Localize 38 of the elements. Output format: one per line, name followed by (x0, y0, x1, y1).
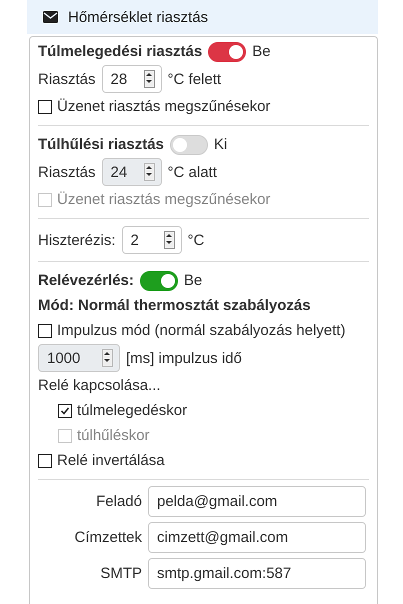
checkbox-label: túlmelegedéskor (77, 402, 188, 419)
checkbox-label: Üzenet riasztás megszűnésekor (57, 98, 270, 115)
checkbox-label: Üzenet riasztás megszűnésekor (57, 191, 270, 208)
text-field[interactable]: cimzett@gmail.com (148, 522, 366, 553)
checkbox-label: Relé invertálása (57, 452, 165, 469)
envelope-icon (43, 11, 58, 23)
toggle-state: Be (252, 43, 271, 60)
toggle-state: Be (184, 272, 202, 289)
relay-title: Relévezérlés: (38, 272, 134, 289)
field-label: SMTP (99, 565, 142, 582)
toggle-switch[interactable] (208, 42, 246, 62)
text-field[interactable]: pelda@gmail.com (148, 486, 366, 517)
alarm-label: Riasztás (38, 164, 96, 180)
checkbox-label: Impulzus mód (normál szabályozás helyett) (57, 322, 346, 339)
header-title: Hőmérséklet riasztás (68, 8, 208, 26)
checkbox[interactable] (38, 324, 52, 338)
checkbox-label: túlhűléskor (77, 427, 150, 444)
mode-text: Mód: Normál thermosztát szabályozás (38, 297, 311, 314)
switching-label: Relé kapcsolása... (38, 377, 161, 394)
unit-label: [ms] impulzus idő (126, 350, 242, 366)
number-field[interactable]: 2 (122, 226, 182, 254)
checkbox[interactable] (38, 100, 52, 114)
alarm-title: Túlmelegedési riasztás (38, 43, 202, 60)
checkbox[interactable] (58, 404, 72, 418)
field-label: Feladó (95, 493, 142, 510)
text-field[interactable]: smtp.gmail.com:587 (148, 558, 366, 589)
unit-label: °C (188, 232, 204, 248)
number-field[interactable]: 28 (102, 65, 162, 93)
unit-label: °C alatt (168, 164, 217, 180)
alarm-label: Riasztás (38, 70, 96, 88)
toggle-state: Ki (214, 136, 228, 153)
checkbox[interactable] (38, 454, 52, 468)
field-label: Címzettek (73, 529, 142, 546)
check-icon (60, 406, 70, 416)
hysteresis-label: Hiszterézis: (38, 232, 116, 248)
toggle-switch[interactable] (140, 270, 178, 290)
unit-label: °C felett (168, 70, 222, 88)
alarm-title: Túlhűlési riasztás (38, 136, 164, 153)
